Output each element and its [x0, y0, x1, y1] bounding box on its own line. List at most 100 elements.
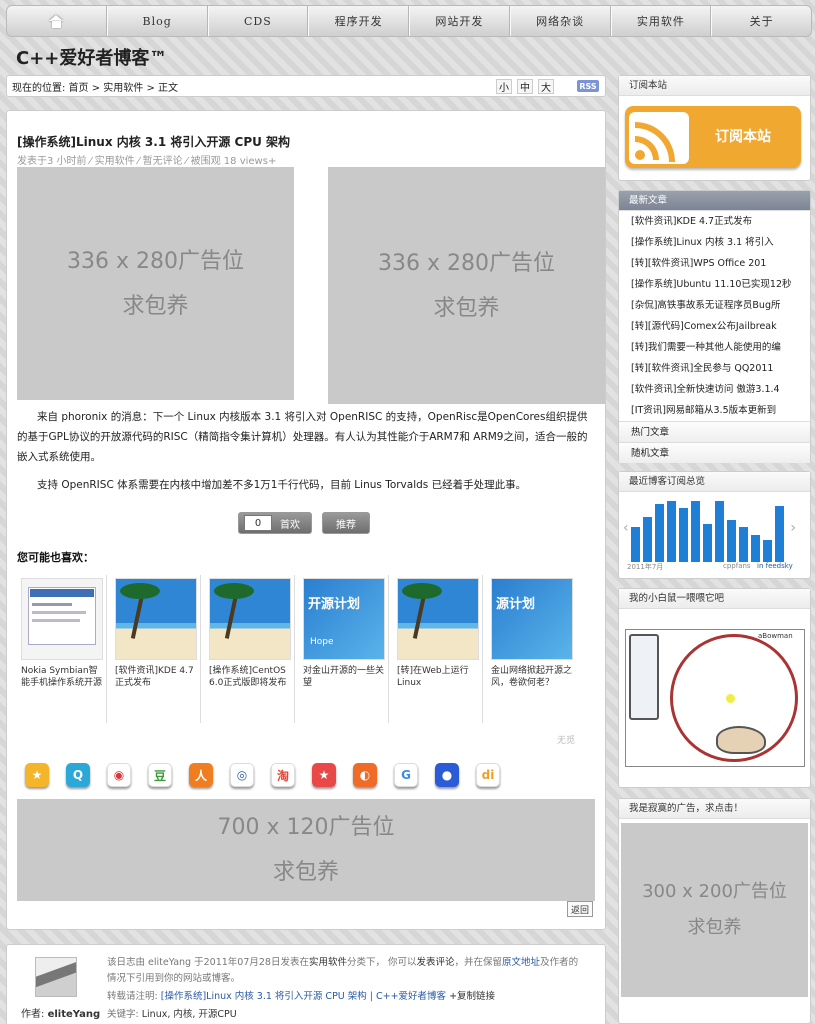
widget-heading: 最近博客订阅总览 — [619, 472, 810, 492]
category-link[interactable]: 实用软件 — [309, 957, 347, 968]
related-thumbnail[interactable]: 源计划 — [491, 578, 573, 660]
related-thumbnail[interactable]: 开源计划 Hope — [303, 578, 385, 660]
list-item[interactable]: [转]我们需要一种其他人能使用的编 — [619, 337, 810, 358]
like-button[interactable]: 0 首欢 — [238, 512, 312, 534]
feed-stats-widget: 最近博客订阅总览 ‹ › 2011年7月 cppfans in feedsky — [618, 471, 811, 579]
renren-icon[interactable]: 人 — [189, 763, 213, 787]
nav-item-cds[interactable]: CDS — [207, 6, 309, 36]
related-item[interactable]: [操作系统]CentOS 6.0正式版即将发布 — [205, 575, 295, 723]
weibo-icon[interactable]: ◉ — [107, 763, 131, 787]
related-heading: 您可能也喜欢： — [17, 551, 94, 564]
related-item[interactable]: Nokia Symbian智能手机操作系统开源 — [17, 575, 107, 723]
feed-bar — [655, 504, 664, 562]
breadcrumb-text[interactable]: 现在的位置: 首页 > 实用软件 > 正文 — [12, 79, 178, 94]
font-small-button[interactable]: 小 — [496, 79, 512, 94]
nav-home[interactable] — [7, 6, 107, 36]
author-label: 作者: — [21, 1009, 45, 1020]
baidu-icon[interactable]: ● — [435, 763, 459, 787]
related-caption[interactable]: 对金山开源的一些关望 — [303, 665, 387, 689]
related-caption[interactable]: [转]在Web上运行Linux — [397, 665, 481, 689]
info-text: ，并在保留 — [454, 957, 503, 968]
water-bottle-icon — [629, 634, 659, 720]
nav-item-software[interactable]: 实用软件 — [610, 6, 712, 36]
list-item[interactable]: [杂侃]高铁事故系无证程序员Bug所 — [619, 295, 810, 316]
post-card: [操作系统]Linux 内核 3.1 将引入开源 CPU 架构 发表于3 小时前… — [6, 110, 606, 930]
hamster-icon — [716, 726, 766, 754]
ad-sub-label: 求包养 — [687, 917, 742, 938]
tab-random-posts[interactable]: 随机文章 — [619, 442, 810, 463]
qq-icon[interactable]: Q — [66, 763, 90, 787]
post-title[interactable]: [操作系统]Linux 内核 3.1 将引入开源 CPU 架构 — [17, 133, 290, 150]
related-item[interactable]: [转]在Web上运行Linux — [393, 575, 483, 723]
list-item[interactable]: [转][软件资讯]WPS Office 201 — [619, 253, 810, 274]
kaixin-icon[interactable]: ◎ — [230, 763, 254, 787]
share-button[interactable]: 推荐 — [322, 512, 370, 534]
qzone-icon[interactable]: ★ — [25, 763, 49, 787]
copy-link-button[interactable]: +复制链接 — [449, 991, 495, 1002]
nav-item-net-talk[interactable]: 网络杂谈 — [509, 6, 611, 36]
chevron-right-icon[interactable]: › — [790, 520, 796, 536]
related-caption[interactable]: Nokia Symbian智能手机操作系统开源 — [21, 665, 105, 689]
related-caption[interactable]: [操作系统]CentOS 6.0正式版即将发布 — [209, 665, 293, 689]
reprint-link[interactable]: [操作系统]Linux 内核 3.1 将引入开源 CPU 架构 | C++爱好者… — [161, 991, 446, 1002]
font-large-button[interactable]: 大 — [538, 79, 554, 94]
related-caption[interactable]: 金山网络掀起开源之风，卷欲何老？ — [491, 665, 575, 689]
related-thumbnail[interactable] — [21, 578, 103, 660]
rss-icon — [629, 112, 689, 164]
google-icon[interactable]: G — [394, 763, 418, 787]
top-nav: Blog CDS 程序开发 网站开发 网络杂谈 实用软件 关于 — [6, 5, 812, 37]
related-caption[interactable]: [软件资讯]KDE 4.7正式发布 — [115, 665, 199, 689]
like-label: 首欢 — [280, 519, 300, 531]
qq-favorite-icon[interactable]: ★ — [312, 763, 336, 787]
related-item[interactable]: [软件资讯]KDE 4.7正式发布 — [111, 575, 201, 723]
nav-item-about[interactable]: 关于 — [711, 6, 811, 36]
reprint-line: 转载请注明: [操作系统]Linux 内核 3.1 将引入开源 CPU 架构 |… — [107, 989, 495, 1005]
chevron-left-icon[interactable]: ‹ — [623, 520, 629, 536]
ad-slot-left[interactable]: 336 x 280广告位 求包养 — [17, 167, 294, 400]
related-thumbnail[interactable] — [209, 578, 291, 660]
info-text: 该日志由 eliteYang 于2011年07月28日发表在 — [107, 957, 309, 968]
hamster-widget: 我的小白鼠一喂喂它吧 aBowman — [618, 588, 811, 788]
permalink-link[interactable]: 原文地址 — [502, 957, 540, 968]
font-medium-button[interactable]: 中 — [517, 79, 533, 94]
feed-bar — [703, 523, 712, 562]
related-thumbnail[interactable] — [115, 578, 197, 660]
share-label: 推荐 — [336, 519, 356, 531]
author-line: 作者: eliteYang — [21, 1005, 100, 1020]
list-item[interactable]: [软件资讯]KDE 4.7正式发布 — [619, 211, 810, 232]
nav-item-webdev[interactable]: 网站开发 — [409, 6, 510, 36]
nav-item-programming[interactable]: 程序开发 — [308, 6, 409, 36]
ad-slot-right[interactable]: 336 x 280广告位 求包养 — [328, 167, 605, 404]
digu-icon[interactable]: di — [476, 763, 500, 787]
back-button[interactable]: 返回 — [567, 901, 593, 917]
xianguo-icon[interactable]: ◐ — [353, 763, 377, 787]
subscribe-button[interactable]: 订阅本站 — [625, 106, 801, 168]
site-title[interactable]: C++爱好者博客™ — [16, 44, 167, 70]
rss-button[interactable]: RSS — [577, 80, 599, 92]
feed-bar-chart — [631, 496, 791, 562]
ad-slot-banner[interactable]: 700 x 120广告位 求包养 — [17, 799, 595, 901]
related-footer[interactable]: 无觅 — [557, 733, 575, 746]
taobao-icon[interactable]: 淘 — [271, 763, 295, 787]
feedsky-link[interactable]: in feedsky — [757, 562, 793, 570]
nav-item-blog[interactable]: Blog — [106, 6, 208, 36]
list-item[interactable]: [转][源代码]Comex公布Jailbreak — [619, 316, 810, 337]
list-item[interactable]: [操作系统]Linux 内核 3.1 将引入 — [619, 232, 810, 253]
ad-slot-sidebar[interactable]: 300 x 200广告位 求包养 — [621, 823, 808, 997]
hamster-pet-game[interactable]: aBowman — [625, 629, 805, 767]
list-item[interactable]: [软件资讯]全新快速访问 傲游3.1.4 — [619, 379, 810, 400]
comment-link[interactable]: 发表评论 — [417, 957, 455, 968]
keywords-line: 关键字: Linux, 内核, 开源CPU — [107, 1007, 237, 1023]
author-name[interactable]: eliteYang — [48, 1009, 101, 1020]
list-item[interactable]: [操作系统]Ubuntu 11.10已实现12秒 — [619, 274, 810, 295]
author-info-line-1: 该日志由 eliteYang 于2011年07月28日发表在实用软件分类下， 你… — [107, 955, 578, 971]
keywords[interactable]: Linux, 内核, 开源CPU — [142, 1009, 237, 1020]
tab-hot-posts[interactable]: 热门文章 — [619, 421, 810, 442]
related-item[interactable]: 源计划 金山网络掀起开源之风，卷欲何老？ — [487, 575, 577, 723]
list-item[interactable]: [转][软件资讯]全民参与 QQ2011 — [619, 358, 810, 379]
list-item[interactable]: [IT资讯]网易邮箱从3.5版本更新到 — [619, 400, 810, 421]
related-item[interactable]: 开源计划 Hope 对金山开源的一些关望 — [299, 575, 389, 723]
douban-icon[interactable]: 豆 — [148, 763, 172, 787]
subscribe-label: 订阅本站 — [715, 129, 771, 145]
related-thumbnail[interactable] — [397, 578, 479, 660]
